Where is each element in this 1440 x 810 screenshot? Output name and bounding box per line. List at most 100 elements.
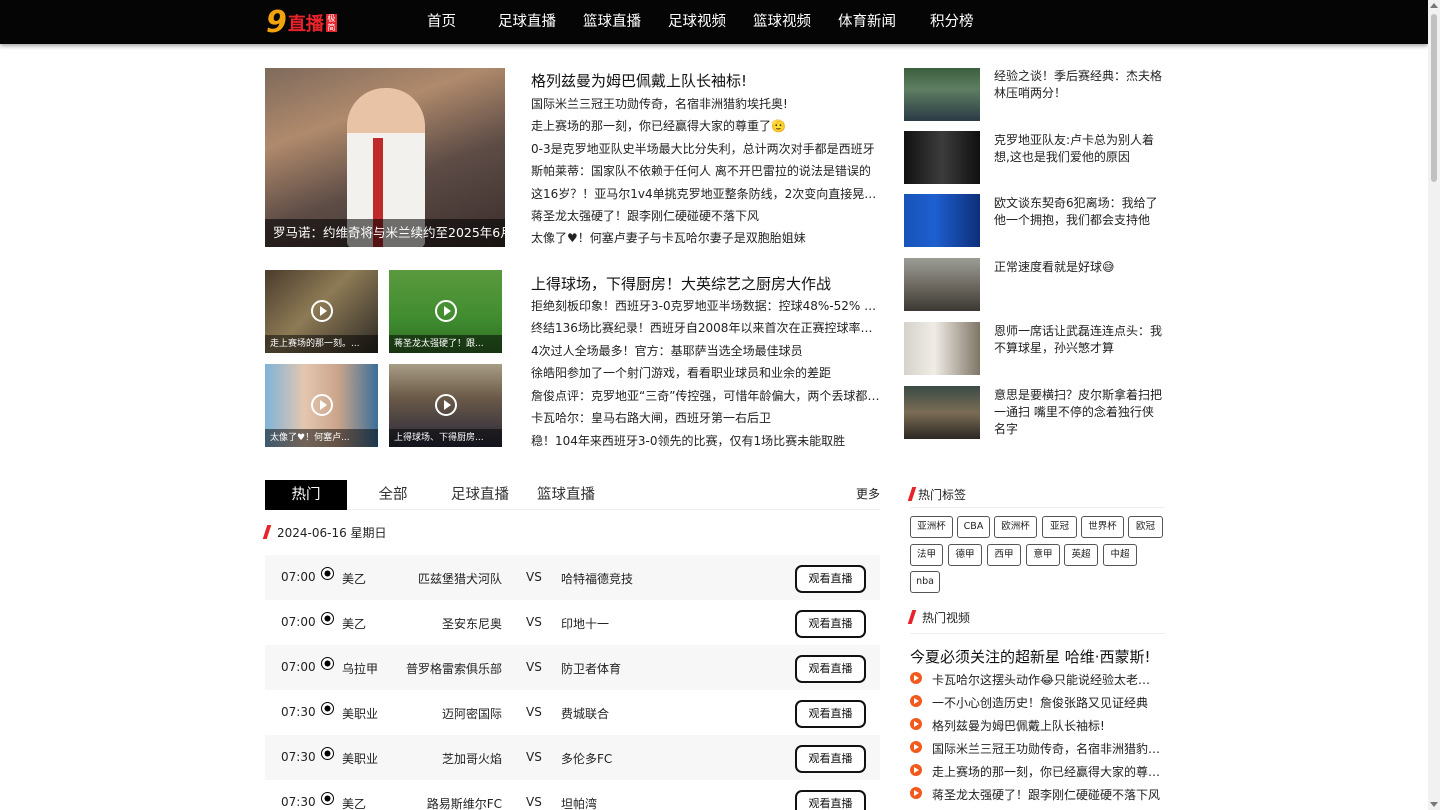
video-thumb[interactable]: 上得球场、下得厨房...: [389, 364, 502, 447]
hot-tags-title: 热门标签: [918, 488, 967, 502]
watch-live-button[interactable]: 观看直播: [795, 790, 866, 810]
tag-item[interactable]: 欧洲杯: [994, 516, 1037, 538]
football-icon: [321, 792, 334, 805]
news-thumb[interactable]: [904, 194, 980, 247]
tag-item[interactable]: 欧冠: [1128, 516, 1163, 538]
side-news-link[interactable]: 克罗地亚队友:卢卡总为别人着想,这也是我们爱他的原因: [994, 132, 1164, 166]
watch-live-button[interactable]: 观看直播: [795, 655, 866, 683]
tag-item[interactable]: 亚洲杯: [910, 516, 953, 538]
news-link[interactable]: 这16岁？！亚马尔1v4单挑克罗地亚整条防线，2次变向直接晃倒对手: [531, 185, 881, 202]
watch-live-button[interactable]: 观看直播: [795, 565, 866, 593]
news-link[interactable]: 詹俊点评：克罗地亚“三奇”传控强，可惜年龄偏大，两个丢球都是失误: [531, 387, 881, 404]
news-link[interactable]: 拒绝刻板印象！西班牙3-0克罗地亚半场数据：控球48%-52% 射门8-5: [531, 297, 881, 314]
hot-video-title: 一不小心创造历史！詹俊张路又见证经典: [932, 696, 1149, 710]
news-link[interactable]: 4次过人全场最多！官方：基耶萨当选全场最佳球员: [531, 342, 881, 359]
watch-live-button[interactable]: 观看直播: [795, 610, 866, 638]
tag-item[interactable]: 英超: [1064, 544, 1098, 566]
tag-item[interactable]: 中超: [1103, 544, 1137, 566]
tag-item[interactable]: 西甲: [987, 544, 1021, 566]
news-link[interactable]: 终结136场比赛纪录！西班牙自2008年以来首次在正赛控球率更低: [531, 319, 881, 336]
vs-label: VS: [526, 705, 542, 719]
tab-hot[interactable]: 热门: [265, 480, 347, 510]
news-thumb[interactable]: [904, 322, 980, 375]
news-link[interactable]: 0-3是克罗地亚队史半场最大比分失利，总计两次对手都是西班牙: [531, 140, 881, 157]
tag-item[interactable]: nba: [910, 571, 940, 593]
news-link[interactable]: 斯帕莱蒂：国家队不依赖于任何人 离不开巴雷拉的说法是错误的: [531, 162, 881, 179]
match-time: 07:00: [281, 615, 316, 629]
tab-football-live[interactable]: 足球直播: [445, 480, 515, 510]
match-league: 美乙: [342, 797, 367, 810]
tag-item[interactable]: 世界杯: [1081, 516, 1124, 538]
side-news-link[interactable]: 恩师一席话让武磊连连点头：我不算球星，孙兴慜才算: [994, 323, 1164, 357]
featured-photo[interactable]: 罗马诺：约维奇将与米兰续约至2025年6月: [265, 68, 505, 247]
home-team: 芝加哥火焰: [441, 752, 502, 766]
accent-slash-icon: [907, 610, 917, 624]
hot-video-item[interactable]: 蒋圣龙太强硬了！跟李刚仁硬碰硬不落下风: [910, 786, 1165, 803]
hot-videos-title: 热门视频: [922, 611, 971, 625]
tag-item[interactable]: 亚冠: [1042, 516, 1077, 538]
tag-item[interactable]: 德甲: [948, 544, 982, 566]
vs-label: VS: [526, 570, 542, 584]
video-thumb[interactable]: 蒋圣龙太强硬了！跟...: [389, 270, 502, 353]
side-news-link[interactable]: 欧文谈东契奇6犯离场：我给了他一个拥抱，我们都会支持他: [994, 195, 1164, 229]
vs-label: VS: [526, 795, 542, 809]
logo-nine: 9: [266, 5, 287, 40]
hot-video-item[interactable]: 卡瓦哈尔这摆头动作😂只能说经验太老到了: [910, 671, 1165, 688]
tab-all[interactable]: 全部: [365, 480, 421, 510]
video-caption: 走上赛场的那一刻。...: [265, 335, 378, 353]
hot-video-item[interactable]: 一不小心创造历史！詹俊张路又见证经典: [910, 694, 1165, 711]
tag-item[interactable]: CBA: [957, 516, 990, 538]
more-link[interactable]: 更多: [856, 485, 880, 502]
nav-standings[interactable]: 积分榜: [930, 0, 974, 44]
match-row: 07:30 美乙 路易斯维尔FC VS 坦帕湾 观看直播: [265, 780, 880, 810]
hot-video-headline[interactable]: 今夏必须关注的超新星 哈维·西蒙斯!: [910, 646, 1151, 667]
match-row: 07:30 美职业 芝加哥火焰 VS 多伦多FC 观看直播: [265, 735, 880, 780]
tag-item[interactable]: 意甲: [1026, 544, 1060, 566]
news-link[interactable]: 蒋圣龙太强硬了！跟李刚仁硬碰硬不落下风: [531, 207, 881, 224]
news-link[interactable]: 太像了♥！何塞卢妻子与卡瓦哈尔妻子是双胞胎姐妹: [531, 229, 881, 246]
scroll-thumb[interactable]: [1431, 14, 1437, 182]
video-thumb[interactable]: 太像了♥！何塞卢...: [265, 364, 378, 447]
nav-football-video[interactable]: 足球视频: [668, 0, 726, 44]
news-thumb[interactable]: [904, 386, 980, 439]
nav-basketball-live[interactable]: 篮球直播: [583, 0, 641, 44]
nav-home[interactable]: 首页: [427, 0, 456, 44]
video-caption: 蒋圣龙太强硬了！跟...: [389, 335, 502, 353]
page-scrollbar[interactable]: [1428, 0, 1440, 810]
news-link[interactable]: 走上赛场的那一刻，你已经赢得大家的尊重了🫡: [531, 117, 881, 134]
match-league: 美乙: [342, 572, 367, 586]
side-news-link[interactable]: 意思是要横扫？皮尔斯拿着扫把一通扫 嘴里不停的念着独行侠名字: [994, 387, 1164, 438]
logo-badge: 极简: [325, 14, 337, 32]
video-thumb[interactable]: 走上赛场的那一刻。...: [265, 270, 378, 353]
featured-caption: 罗马诺：约维奇将与米兰续约至2025年6月: [265, 219, 505, 247]
side-news-link[interactable]: 正常速度看就是好球😅: [994, 259, 1164, 276]
site-logo[interactable]: 9 直播 极简: [266, 5, 337, 40]
news-headline[interactable]: 上得球场，下得厨房！大英综艺之厨房大作战: [531, 273, 831, 294]
hot-video-item[interactable]: 国际米兰三冠王功勋传奇，名宿非洲猎豹埃托奥!: [910, 740, 1165, 757]
news-link[interactable]: 国际米兰三冠王功勋传奇，名宿非洲猎豹埃托奥!: [531, 95, 881, 112]
vs-label: VS: [526, 615, 542, 629]
scroll-down-arrow-icon[interactable]: [1430, 802, 1438, 807]
watch-live-button[interactable]: 观看直播: [795, 700, 866, 728]
match-league: 美乙: [342, 617, 367, 631]
nav-sports-news[interactable]: 体育新闻: [838, 0, 896, 44]
hot-video-item[interactable]: 走上赛场的那一刻，你已经赢得大家的尊重了: [910, 763, 1165, 780]
news-thumb[interactable]: [904, 131, 980, 184]
news-link[interactable]: 卡瓦哈尔：皇马右路大闸，西班牙第一右后卫: [531, 409, 881, 426]
scroll-up-arrow-icon[interactable]: [1430, 3, 1438, 8]
news-thumb[interactable]: [904, 68, 980, 121]
nav-basketball-video[interactable]: 篮球视频: [753, 0, 811, 44]
news-link[interactable]: 徐皓阳参加了一个射门游戏，看看职业球员和业余的差距: [531, 364, 881, 381]
news-headline[interactable]: 格列兹曼为姆巴佩戴上队长袖标!: [531, 70, 747, 91]
news-link[interactable]: 稳！104年来西班牙3-0领先的比赛，仅有1场比赛未能取胜: [531, 432, 881, 449]
hot-video-item[interactable]: 格列兹曼为姆巴佩戴上队长袖标!: [910, 717, 1165, 734]
divider: [910, 507, 1165, 508]
side-news-link[interactable]: 经验之谈！季后赛经典：杰夫格林压哨两分！: [994, 68, 1164, 102]
football-icon: [321, 567, 334, 580]
news-thumb[interactable]: [904, 258, 980, 311]
tab-basketball-live[interactable]: 篮球直播: [531, 480, 601, 510]
tag-item[interactable]: 法甲: [910, 544, 943, 566]
nav-football-live[interactable]: 足球直播: [498, 0, 556, 44]
watch-live-button[interactable]: 观看直播: [795, 745, 866, 773]
accent-slash-icon: [907, 487, 917, 501]
